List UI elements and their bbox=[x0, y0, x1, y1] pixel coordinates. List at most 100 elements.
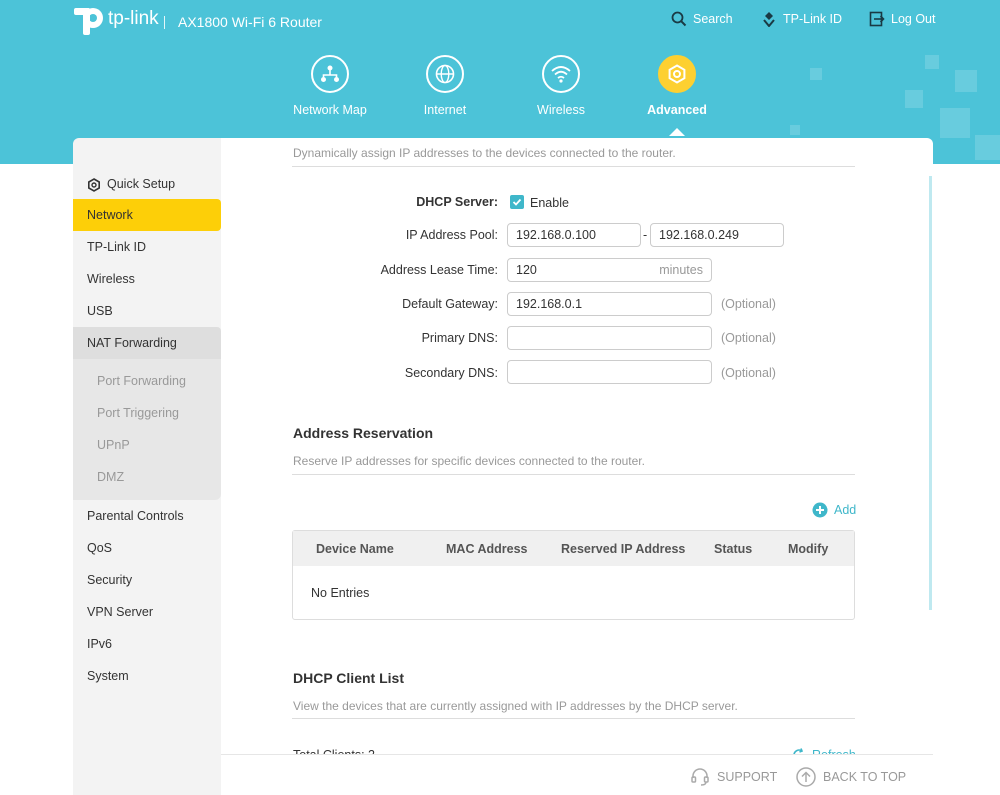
sidebar-subitem-label: DMZ bbox=[97, 470, 125, 484]
address-reservation-description: Reserve IP addresses for specific device… bbox=[293, 454, 645, 468]
sidebar-item-tp-link-id[interactable]: TP-Link ID bbox=[73, 231, 221, 263]
back-to-top-link[interactable]: BACK TO TOP bbox=[796, 767, 906, 787]
ip-pool-end-input[interactable]: 192.168.0.249 bbox=[650, 223, 784, 247]
search-label: Search bbox=[693, 12, 733, 26]
logout-label: Log Out bbox=[891, 12, 936, 26]
table-header: Device Name MAC Address Reserved IP Addr… bbox=[293, 531, 854, 566]
reservation-table: Device Name MAC Address Reserved IP Addr… bbox=[292, 530, 855, 620]
headset-icon bbox=[691, 768, 709, 786]
tab-internet[interactable]: Internet bbox=[390, 55, 500, 117]
sidebar-item-label: NAT Forwarding bbox=[87, 336, 177, 350]
sidebar-item-label: Wireless bbox=[87, 272, 135, 286]
router-model: AX1800 Wi-Fi 6 Router bbox=[178, 14, 322, 30]
column-device-name: Device Name bbox=[316, 542, 394, 556]
tab-label: Wireless bbox=[537, 103, 585, 117]
ip-pool-label: IP Address Pool: bbox=[405, 228, 498, 242]
gear-icon bbox=[658, 55, 696, 93]
ip-pool-start-input[interactable]: 192.168.0.100 bbox=[507, 223, 641, 247]
lease-time-label: Address Lease Time: bbox=[380, 263, 498, 277]
sidebar-item-label: Network bbox=[87, 208, 133, 222]
sidebar-subitem-port-triggering[interactable]: Port Triggering bbox=[73, 397, 221, 429]
sidebar-item-nat-forwarding[interactable]: NAT Forwarding bbox=[73, 327, 221, 359]
network-map-icon bbox=[311, 55, 349, 93]
dhcp-description: Dynamically assign IP addresses to the d… bbox=[293, 146, 676, 160]
sidebar-subitem-dmz[interactable]: DMZ bbox=[73, 461, 221, 493]
sidebar-item-ipv6[interactable]: IPv6 bbox=[73, 628, 221, 660]
dhcp-client-list-description: View the devices that are currently assi… bbox=[293, 699, 738, 713]
sidebar-item-label: QoS bbox=[87, 541, 113, 555]
search-icon bbox=[671, 11, 687, 27]
support-link[interactable]: SUPPORT bbox=[690, 767, 777, 787]
sidebar-subitem-label: UPnP bbox=[97, 438, 130, 452]
tab-label: Network Map bbox=[293, 103, 367, 117]
back-to-top-label: BACK TO TOP bbox=[823, 770, 907, 784]
sidebar-item-network[interactable]: Network bbox=[73, 199, 221, 231]
tab-wireless[interactable]: Wireless bbox=[506, 55, 616, 117]
arrow-up-circle-icon bbox=[796, 767, 816, 787]
sidebar-subitem-label: Port Triggering bbox=[97, 406, 179, 420]
wifi-icon bbox=[542, 55, 580, 93]
dhcp-enable-checkbox[interactable] bbox=[510, 195, 524, 209]
column-status: Status bbox=[714, 542, 753, 556]
add-reservation-button[interactable]: Add bbox=[812, 502, 856, 518]
tab-network-map[interactable]: Network Map bbox=[275, 55, 385, 117]
active-tab-caret bbox=[669, 128, 685, 136]
tab-label: Advanced bbox=[647, 103, 707, 117]
sidebar-item-system[interactable]: System bbox=[73, 660, 221, 692]
sidebar-subitem-label: Port Forwarding bbox=[97, 374, 186, 388]
column-mac-address: MAC Address bbox=[446, 542, 528, 556]
no-entries-text: No Entries bbox=[311, 586, 370, 600]
tab-advanced[interactable]: Advanced bbox=[622, 55, 732, 117]
primary-dns-input[interactable] bbox=[507, 326, 712, 350]
default-gateway-label: Default Gateway: bbox=[402, 297, 498, 311]
divider bbox=[292, 718, 855, 719]
address-reservation-title: Address Reservation bbox=[293, 425, 434, 441]
sidebar-item-parental-controls[interactable]: Parental Controls bbox=[73, 500, 221, 532]
secondary-dns-input[interactable] bbox=[507, 360, 712, 384]
tp-link-logo[interactable]: tp-link bbox=[74, 5, 159, 35]
sidebar-item-label: System bbox=[87, 669, 129, 683]
dhcp-enable-label: Enable bbox=[530, 196, 569, 210]
optional-hint: (Optional) bbox=[721, 297, 776, 311]
search-button[interactable]: Search bbox=[671, 11, 733, 27]
lease-time-value: 120 bbox=[516, 263, 537, 277]
sidebar-item-label: USB bbox=[87, 304, 113, 318]
scrollbar[interactable] bbox=[929, 176, 932, 610]
sidebar-item-usb[interactable]: USB bbox=[73, 295, 221, 327]
tp-link-id-icon bbox=[763, 12, 775, 27]
sidebar-item-qos[interactable]: QoS bbox=[73, 532, 221, 564]
sidebar-item-vpn-server[interactable]: VPN Server bbox=[73, 596, 221, 628]
sidebar-item-label: Security bbox=[87, 573, 133, 587]
logout-button[interactable]: Log Out bbox=[869, 11, 935, 27]
sidebar-subitem-port-forwarding[interactable]: Port Forwarding bbox=[73, 365, 221, 397]
divider bbox=[292, 166, 855, 167]
lease-time-input[interactable]: 120 minutes bbox=[507, 258, 712, 282]
sidebar-item-label: Quick Setup bbox=[107, 177, 176, 191]
nat-forwarding-submenu: Port Forwarding Port Triggering UPnP DMZ bbox=[73, 359, 221, 500]
sidebar-item-wireless[interactable]: Wireless bbox=[73, 263, 221, 295]
dhcp-client-list-title: DHCP Client List bbox=[293, 670, 404, 686]
secondary-dns-label: Secondary DNS: bbox=[404, 366, 498, 380]
sidebar-item-label: VPN Server bbox=[87, 605, 153, 619]
default-gateway-input[interactable]: 192.168.0.1 bbox=[507, 292, 712, 316]
checkmark-icon bbox=[512, 198, 522, 206]
sidebar-item-label: IPv6 bbox=[87, 637, 113, 651]
ip-pool-dash: - bbox=[643, 228, 648, 242]
dhcp-server-label: DHCP Server: bbox=[416, 195, 498, 209]
brand-name: tp-link bbox=[108, 8, 159, 29]
lease-time-unit: minutes bbox=[659, 263, 703, 277]
sidebar-item-quick-setup[interactable]: Quick Setup bbox=[73, 168, 221, 200]
add-circle-icon bbox=[812, 502, 828, 518]
footer-bar: SUPPORT BACK TO TOP bbox=[221, 754, 933, 795]
sidebar-item-label: Parental Controls bbox=[87, 509, 184, 523]
logout-icon bbox=[869, 11, 885, 27]
sidebar-item-label: TP-Link ID bbox=[87, 240, 147, 254]
optional-hint: (Optional) bbox=[721, 366, 776, 380]
sidebar-item-security[interactable]: Security bbox=[73, 564, 221, 596]
column-modify: Modify bbox=[788, 542, 829, 556]
sidebar-subitem-upnp[interactable]: UPnP bbox=[73, 429, 221, 461]
divider bbox=[292, 474, 855, 475]
tp-link-id-button[interactable]: TP-Link ID bbox=[761, 11, 842, 27]
quick-setup-gear-icon bbox=[87, 177, 100, 192]
add-label: Add bbox=[834, 503, 857, 517]
